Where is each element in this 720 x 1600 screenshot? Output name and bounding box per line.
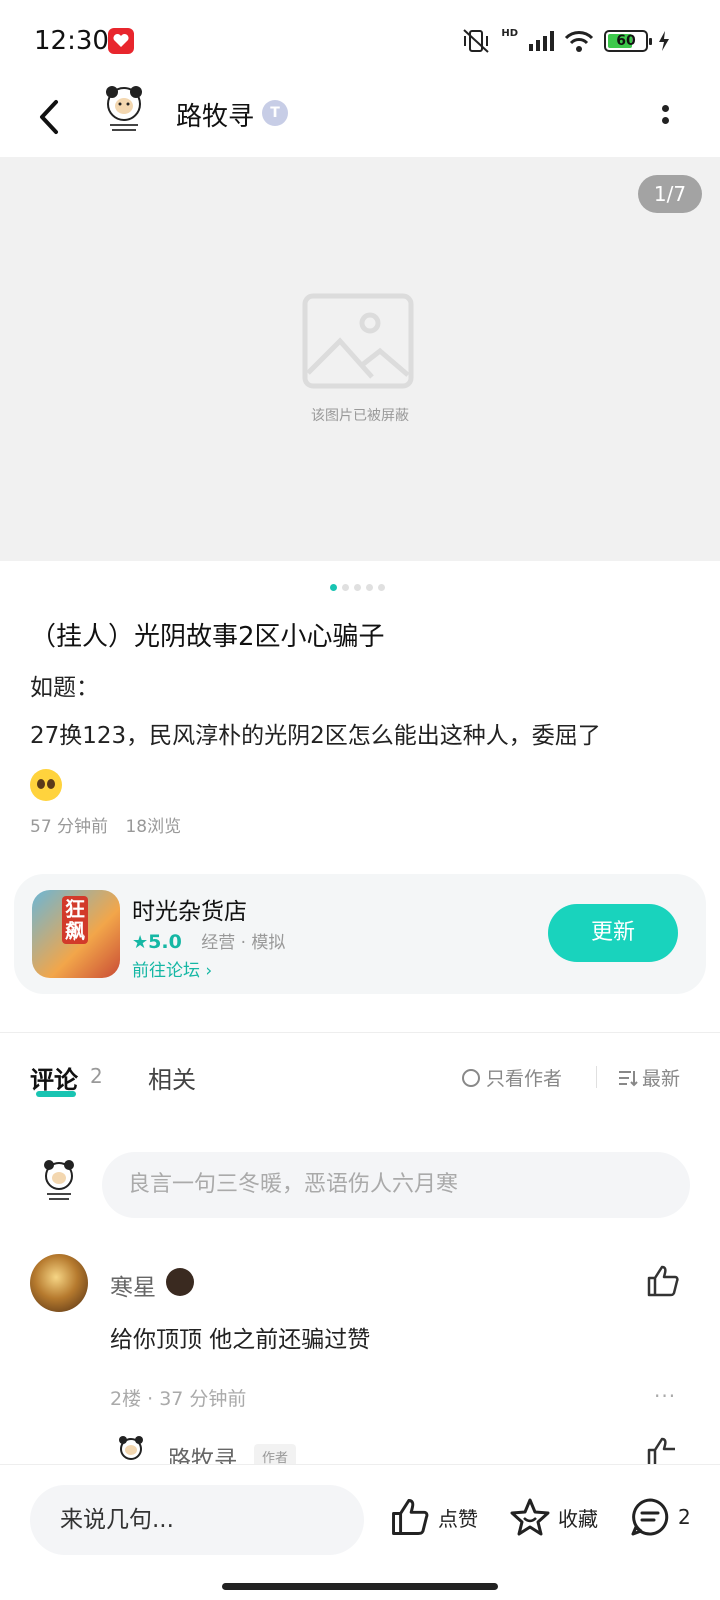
game-icon[interactable]: 狂飙 <box>32 890 120 978</box>
game-icon-logo: 狂飙 <box>62 896 88 944</box>
battery-icon: 60 <box>604 30 652 52</box>
reply-thumbs-up-icon[interactable] <box>646 1436 680 1464</box>
thumbs-up-icon[interactable] <box>646 1264 680 1298</box>
page-dot-2 <box>342 584 349 591</box>
tab-active-indicator <box>36 1091 76 1097</box>
page-indicator <box>330 584 385 591</box>
clock: 12:30 <box>34 26 109 56</box>
image-placeholder-icon <box>302 293 414 389</box>
like-button[interactable]: 点赞 <box>390 1497 478 1537</box>
post-views: 18浏览 <box>125 817 182 837</box>
more-options-icon[interactable] <box>658 102 672 132</box>
status-bar: 12:30 HD 60 <box>0 0 720 80</box>
star-outline-icon <box>510 1498 550 1536</box>
comments-count: 2 <box>90 1064 103 1088</box>
tab-related[interactable]: 相关 <box>148 1060 196 1095</box>
my-avatar <box>44 1160 74 1200</box>
radio-circle-icon <box>462 1068 480 1087</box>
favorite-label: 收藏 <box>558 1506 598 1531</box>
post-header: 路牧寻 T <box>0 80 720 154</box>
charging-icon <box>659 31 669 51</box>
game-name[interactable]: 时光杂货店 <box>132 892 247 926</box>
post-body: 如题： 27换123，民风淳朴的光阴2区怎么能出这种人，委屈了 <box>30 664 700 808</box>
comment-bubble-icon <box>631 1498 669 1536</box>
commenter-avatar[interactable] <box>30 1254 88 1312</box>
comment-meta: 2楼 · 37 分钟前 <box>110 1388 247 1410</box>
bottom-comment-input[interactable]: 来说几句... <box>30 1485 364 1555</box>
like-label: 点赞 <box>438 1506 478 1531</box>
divider-vertical <box>596 1066 597 1088</box>
home-indicator[interactable] <box>222 1583 498 1590</box>
back-arrow-icon[interactable] <box>30 92 70 142</box>
image-gallery[interactable]: 1/7 该图片已被屏蔽 <box>0 157 720 561</box>
like-icon <box>392 1499 429 1535</box>
wifi-icon <box>564 31 594 52</box>
game-tags: 经营 · 模拟 <box>201 933 286 953</box>
author-name[interactable]: 路牧寻 <box>176 96 254 133</box>
game-card[interactable]: 狂飙 时光杂货店 ★5.0 经营 · 模拟 前往论坛 › 更新 <box>14 874 706 994</box>
comment-text: 给你顶顶 他之前还骗过赞 <box>110 1327 371 1353</box>
comments-button[interactable]: 2 <box>630 1497 691 1537</box>
post-meta: 57 分钟前 18浏览 <box>30 812 181 837</box>
page-dot-4 <box>366 584 373 591</box>
comment-count: 2 <box>678 1505 691 1529</box>
pleading-face-emoji-icon <box>30 768 62 801</box>
sort-icon <box>619 1070 638 1086</box>
sort-button[interactable]: 最新 <box>618 1064 680 1091</box>
divider <box>0 1032 720 1033</box>
post-title: （挂人）光阴故事2区小心骗子 <box>30 622 385 652</box>
tab-comments[interactable]: 评论 <box>30 1060 78 1095</box>
author-avatar[interactable] <box>102 86 146 134</box>
battery-level: 60 <box>616 33 636 49</box>
chevron-right-icon: › <box>205 961 213 981</box>
comment-more-icon[interactable]: ··· <box>654 1384 676 1408</box>
network-type: HD <box>501 27 518 39</box>
vibrate-off-icon <box>463 29 490 53</box>
update-button[interactable]: 更新 <box>548 904 678 962</box>
notification-app-icon <box>108 28 134 54</box>
comment-input[interactable]: 良言一句三冬暖，恶语伤人六月寒 <box>102 1152 690 1218</box>
star-icon: ★ <box>132 932 149 953</box>
sort-label: 最新 <box>642 1068 681 1090</box>
status-icons: HD 60 <box>461 26 670 56</box>
commenter-name[interactable]: 寒星 <box>110 1268 156 1302</box>
post-time: 57 分钟前 <box>30 817 109 837</box>
blocked-image-text: 该图片已被屏蔽 <box>311 408 409 424</box>
favorite-button[interactable]: 收藏 <box>510 1497 598 1537</box>
image-counter: 1/7 <box>638 175 702 213</box>
signal-icon <box>529 31 554 51</box>
bottom-action-bar: 来说几句... 点赞 收藏 2 <box>0 1464 720 1600</box>
post-line-2: 27换123，民风淳朴的光阴2区怎么能出这种人，委屈了 <box>30 723 601 749</box>
page-dot-5 <box>378 584 385 591</box>
page-dot-1 <box>330 584 337 591</box>
game-rating: ★5.0 经营 · 模拟 <box>132 928 285 953</box>
forum-link-label: 前往论坛 <box>132 961 200 981</box>
post-line-1: 如题： <box>30 675 99 701</box>
page-dot-3 <box>354 584 361 591</box>
go-to-forum-link[interactable]: 前往论坛 › <box>132 956 212 981</box>
only-author-label: 只看作者 <box>486 1068 563 1090</box>
level-badge: T <box>262 100 288 126</box>
only-author-toggle[interactable]: 只看作者 <box>462 1064 562 1091</box>
user-badge-icon <box>166 1268 194 1296</box>
rating-score: 5.0 <box>148 931 182 953</box>
